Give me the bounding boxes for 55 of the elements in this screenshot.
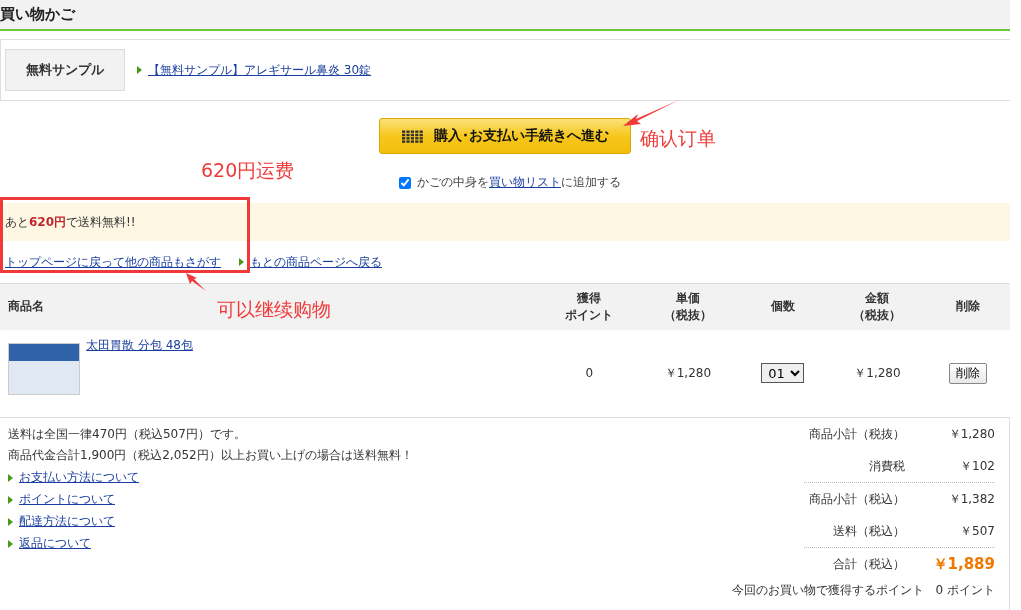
column-header: 獲得: [577, 289, 602, 307]
shipping-note: 商品代金合計1,900円（税込2,052円）以上お買い上げの場合は送料無料！: [8, 447, 413, 464]
triangle-icon: [8, 539, 13, 548]
column-header: 個数: [770, 298, 795, 316]
summary-label: 商品小計（税込）: [809, 490, 905, 508]
column-header: ポイント: [565, 306, 614, 324]
add-to-list-checkbox[interactable]: [399, 176, 411, 189]
annotation-text: 确认订单: [640, 126, 716, 151]
points-label: 今回のお買い物で獲得するポイント: [731, 582, 924, 599]
free-shipping-notice: あと620円で送料無料!!: [5, 213, 136, 231]
column-header: 削除: [956, 298, 981, 316]
annotation-text: 620円运费: [201, 158, 295, 183]
shipping-note: 送料は全国一律470円（税込507円）です。: [8, 426, 247, 443]
total-amount: ￥1,889: [931, 554, 995, 574]
product-link[interactable]: 太田胃散 分包 48包: [86, 337, 193, 355]
page-title: 買い物かご: [0, 5, 75, 24]
register-icon: [401, 129, 424, 143]
info-link[interactable]: ポイントについて: [19, 491, 115, 508]
triangle-icon: [8, 517, 13, 526]
sample-product-link[interactable]: 【無料サンプル】アレギサール鼻炎 30錠: [148, 61, 372, 79]
triangle-icon: [8, 473, 13, 482]
summary-label: 合計（税込）: [833, 555, 905, 573]
delete-button[interactable]: 削除: [949, 362, 988, 384]
shopping-list-link[interactable]: 買い物リスト: [489, 174, 561, 191]
table-cell: 0: [540, 329, 639, 418]
free-sample-label: 無料サンプル: [5, 49, 125, 91]
triangle-icon: [8, 495, 13, 504]
info-link[interactable]: 配達方法について: [19, 513, 115, 530]
table-cell: ￥1,280: [638, 329, 738, 418]
summary-value: ￥102: [959, 457, 995, 475]
summary-label: 商品小計（税抜）: [809, 425, 905, 443]
summary-label: 送料（税込）: [833, 522, 905, 540]
nav-link[interactable]: トップページに戻って他の商品もさがす: [5, 253, 221, 271]
summary-value: ￥1,280: [947, 425, 995, 443]
add-to-list-text: に追加する: [561, 174, 621, 191]
add-to-list-text: かごの中身を: [417, 174, 489, 191]
annotation-text: 可以继续购物: [217, 297, 331, 322]
column-header: 金額: [865, 289, 890, 307]
summary-label: 消費税: [869, 457, 905, 475]
column-header: 商品名: [8, 298, 44, 316]
annotation-arrow: [185, 272, 207, 292]
info-link[interactable]: 返品について: [19, 535, 91, 552]
summary-value: ￥1,382: [947, 490, 995, 508]
triangle-icon: [137, 66, 142, 74]
table-cell: ￥1,280: [828, 329, 927, 418]
column-header: 単価: [675, 289, 700, 307]
photo-placeholder: [8, 343, 80, 396]
info-link[interactable]: お支払い方法について: [19, 469, 139, 486]
column-header: （税抜）: [853, 306, 902, 324]
nav-link[interactable]: もとの商品ページへ戻る: [250, 253, 382, 271]
checkout-button[interactable]: 購入･お支払い手続きへ進む: [379, 118, 631, 154]
points-value: 0 ポイント: [935, 582, 995, 599]
quantity-select[interactable]: 01: [761, 363, 805, 384]
summary-value: ￥507: [959, 522, 995, 540]
column-header: （税抜）: [663, 306, 712, 324]
